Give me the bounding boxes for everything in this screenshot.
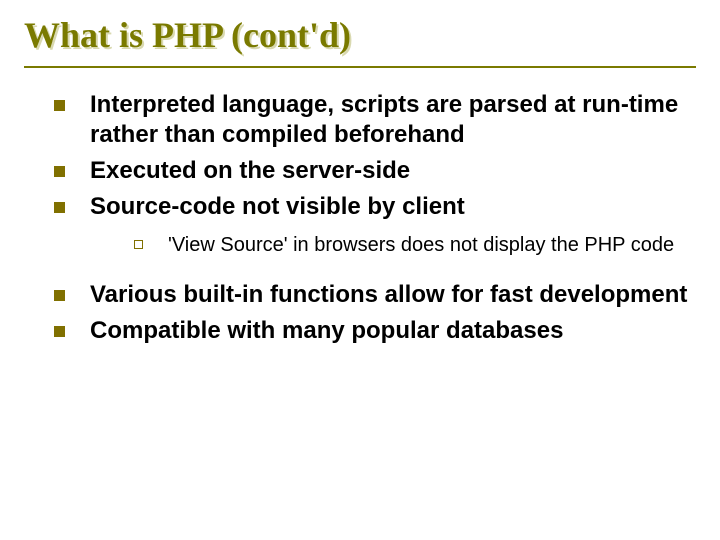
bullet-text: Various built-in functions allow for fas… — [90, 281, 687, 308]
list-item: 'View Source' in browsers does not displ… — [134, 232, 690, 258]
bullet-text: Interpreted language, scripts are parsed… — [90, 91, 678, 148]
bullet-text: 'View Source' in browsers does not displ… — [168, 234, 674, 256]
bullet-text: Source-code not visible by client — [90, 193, 465, 220]
sub-bullet-list: 'View Source' in browsers does not displ… — [90, 232, 690, 258]
slide: What is PHP (cont'd) Interpreted languag… — [0, 0, 720, 540]
title-underline — [24, 66, 696, 68]
list-item: Executed on the server-side — [54, 156, 690, 186]
list-item: Source-code not visible by client 'View … — [54, 192, 690, 258]
bullet-text: Executed on the server-side — [90, 157, 410, 184]
bullet-list-top: Interpreted language, scripts are parsed… — [24, 90, 696, 346]
slide-title: What is PHP (cont'd) — [24, 14, 696, 64]
list-item: Interpreted language, scripts are parsed… — [54, 90, 690, 150]
list-item: Various built-in functions allow for fas… — [54, 280, 690, 310]
list-item: Compatible with many popular databases — [54, 316, 690, 346]
bullet-text: Compatible with many popular databases — [90, 317, 563, 344]
